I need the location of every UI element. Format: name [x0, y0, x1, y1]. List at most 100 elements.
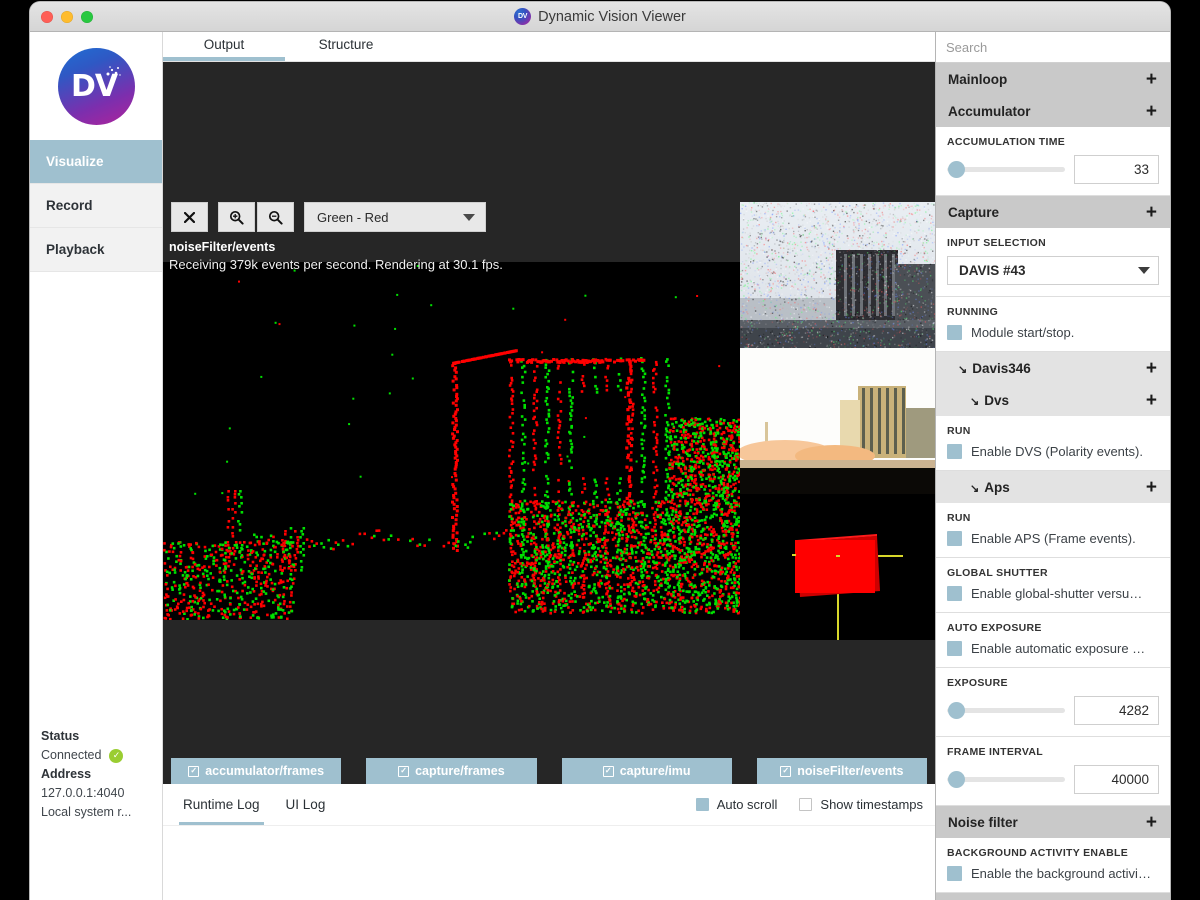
- field-label: RUNNING: [947, 306, 999, 318]
- module-tab-accumulator-frames[interactable]: ✓ accumulator/frames: [171, 758, 342, 784]
- checkbox-icon[interactable]: [947, 586, 962, 601]
- frame-interval-value[interactable]: 40000: [1074, 765, 1159, 794]
- checkbox-icon[interactable]: [947, 325, 962, 340]
- maximize-button[interactable]: [81, 10, 93, 23]
- field-global-shutter: GLOBAL SHUTTER Enable global-shutter ver…: [936, 558, 1170, 613]
- event-visualization-canvas[interactable]: [163, 262, 741, 620]
- imu-orientation-preview[interactable]: [740, 494, 935, 640]
- module-tab-capture-frames[interactable]: ✓ capture/frames: [366, 758, 537, 784]
- section-title: Mainloop: [948, 71, 1008, 87]
- section-title: Dvs: [984, 392, 1009, 408]
- section-title: Aps: [984, 479, 1010, 495]
- search-field[interactable]: [936, 32, 1170, 63]
- auto-scroll-toggle[interactable]: Auto scroll: [695, 797, 778, 812]
- field-exposure: EXPOSURE 4282: [936, 668, 1170, 737]
- field-label: FRAME INTERVAL: [947, 746, 1043, 758]
- tab-structure[interactable]: Structure: [285, 32, 407, 61]
- field-running: RUNNING Module start/stop.: [936, 297, 1170, 352]
- section-aps[interactable]: ↘ Aps +: [936, 471, 1170, 503]
- input-selection-select[interactable]: DAVIS #43: [947, 256, 1159, 285]
- sidebar-item-label: Record: [46, 198, 93, 213]
- checkbox-icon[interactable]: [947, 641, 962, 656]
- dvs-run-checkbox-row[interactable]: Enable DVS (Polarity events).: [947, 444, 1159, 459]
- tab-ui-log[interactable]: UI Log: [282, 790, 330, 825]
- field-label: GLOBAL SHUTTER: [947, 567, 1048, 579]
- check-circle-icon: ✓: [109, 748, 124, 763]
- field-frame-interval: FRAME INTERVAL 40000: [936, 737, 1170, 806]
- section-accumulator[interactable]: Accumulator +: [936, 95, 1170, 127]
- checkbox-icon: [799, 798, 813, 811]
- expand-icon: +: [1145, 68, 1157, 90]
- checkbox-label: Enable DVS (Polarity events).: [971, 444, 1143, 459]
- tab-label: Output: [203, 37, 245, 52]
- expand-icon: +: [1145, 100, 1157, 122]
- checkbox-icon[interactable]: [947, 531, 962, 546]
- accumulation-time-value[interactable]: 33: [1074, 155, 1159, 184]
- field-input-selection: INPUT SELECTION DAVIS #43: [936, 228, 1170, 297]
- checkbox-icon[interactable]: [947, 866, 962, 881]
- aps-frame-preview[interactable]: [740, 348, 935, 494]
- sidebar-item-visualize[interactable]: Visualize: [30, 140, 162, 184]
- address-note: Local system r...: [41, 805, 132, 819]
- checkbox-label: Enable global-shutter versu…: [971, 586, 1143, 601]
- tab-output[interactable]: Output: [163, 32, 285, 61]
- show-timestamps-toggle[interactable]: Show timestamps: [799, 797, 923, 812]
- slider-handle[interactable]: [948, 702, 965, 719]
- close-view-button[interactable]: [171, 202, 208, 232]
- auto-scroll-label: Auto scroll: [716, 797, 778, 812]
- sidebar-item-playback[interactable]: Playback: [30, 228, 162, 272]
- exposure-value[interactable]: 4282: [1074, 696, 1159, 725]
- checkbox-icon: ✓: [398, 765, 410, 777]
- field-label: AUTO EXPOSURE: [947, 622, 1042, 634]
- viewer-overlay: noiseFilter/events Receiving 379k events…: [169, 238, 503, 274]
- field-label: INPUT SELECTION: [947, 237, 1047, 249]
- module-tab-capture-imu[interactable]: ✓ capture/imu: [561, 758, 732, 784]
- frame-interval-slider[interactable]: [947, 770, 1065, 790]
- checkbox-icon: [695, 798, 709, 811]
- status-label: Status: [41, 729, 80, 743]
- zoom-in-icon: [229, 210, 244, 225]
- app-window: DV Dynamic Vision Viewer DV Visualize Re…: [30, 2, 1170, 900]
- section-davis346[interactable]: ↘ Davis346 +: [936, 352, 1170, 384]
- viewer-stream-status: Receiving 379k events per second. Render…: [169, 257, 503, 272]
- accumulation-time-slider[interactable]: [947, 160, 1065, 180]
- background-activity-checkbox-row[interactable]: Enable the background activi…: [947, 866, 1159, 881]
- colormap-select[interactable]: Green - Red: [304, 202, 486, 232]
- window-controls: [41, 10, 93, 23]
- field-aps-run: RUN Enable APS (Frame events).: [936, 503, 1170, 558]
- auto-exposure-checkbox-row[interactable]: Enable automatic exposure …: [947, 641, 1159, 656]
- collapse-arrow-icon: ↘: [970, 482, 980, 495]
- checkbox-icon[interactable]: [947, 444, 962, 459]
- module-tab-noisefilter-events[interactable]: ✓ noiseFilter/events: [756, 758, 927, 784]
- zoom-in-button[interactable]: [218, 202, 255, 232]
- section-noise-filter[interactable]: Noise filter +: [936, 806, 1170, 838]
- expand-icon: +: [1145, 389, 1157, 411]
- global-shutter-checkbox-row[interactable]: Enable global-shutter versu…: [947, 586, 1159, 601]
- show-timestamps-label: Show timestamps: [820, 797, 923, 812]
- running-checkbox-row[interactable]: Module start/stop.: [947, 325, 1159, 340]
- tab-runtime-log[interactable]: Runtime Log: [179, 790, 264, 825]
- sidebar-spacer: [30, 272, 162, 727]
- log-output[interactable]: [163, 826, 935, 900]
- search-input[interactable]: [946, 39, 1160, 55]
- slider-handle[interactable]: [948, 161, 965, 178]
- chevron-down-icon: [463, 213, 475, 221]
- checkbox-label: Enable APS (Frame events).: [971, 531, 1136, 546]
- slider-handle[interactable]: [948, 771, 965, 788]
- section-dvs[interactable]: ↘ Dvs +: [936, 384, 1170, 416]
- section-mainloop[interactable]: Mainloop +: [936, 63, 1170, 95]
- field-label: ACCUMULATION TIME: [947, 136, 1066, 148]
- close-icon: [184, 211, 195, 223]
- section-capture[interactable]: Capture +: [936, 196, 1170, 228]
- field-background-activity-enable: BACKGROUND ACTIVITY ENABLE Enable the ba…: [936, 838, 1170, 893]
- exposure-slider[interactable]: [947, 701, 1065, 721]
- zoom-out-button[interactable]: [257, 202, 294, 232]
- aps-run-checkbox-row[interactable]: Enable APS (Frame events).: [947, 531, 1159, 546]
- minimize-button[interactable]: [61, 10, 73, 23]
- checkbox-label: Enable automatic exposure …: [971, 641, 1146, 656]
- noise-events-preview[interactable]: [740, 202, 935, 348]
- sidebar-item-record[interactable]: Record: [30, 184, 162, 228]
- expand-icon: +: [1145, 201, 1157, 223]
- panel-filler: [936, 893, 1170, 900]
- close-button[interactable]: [41, 10, 53, 23]
